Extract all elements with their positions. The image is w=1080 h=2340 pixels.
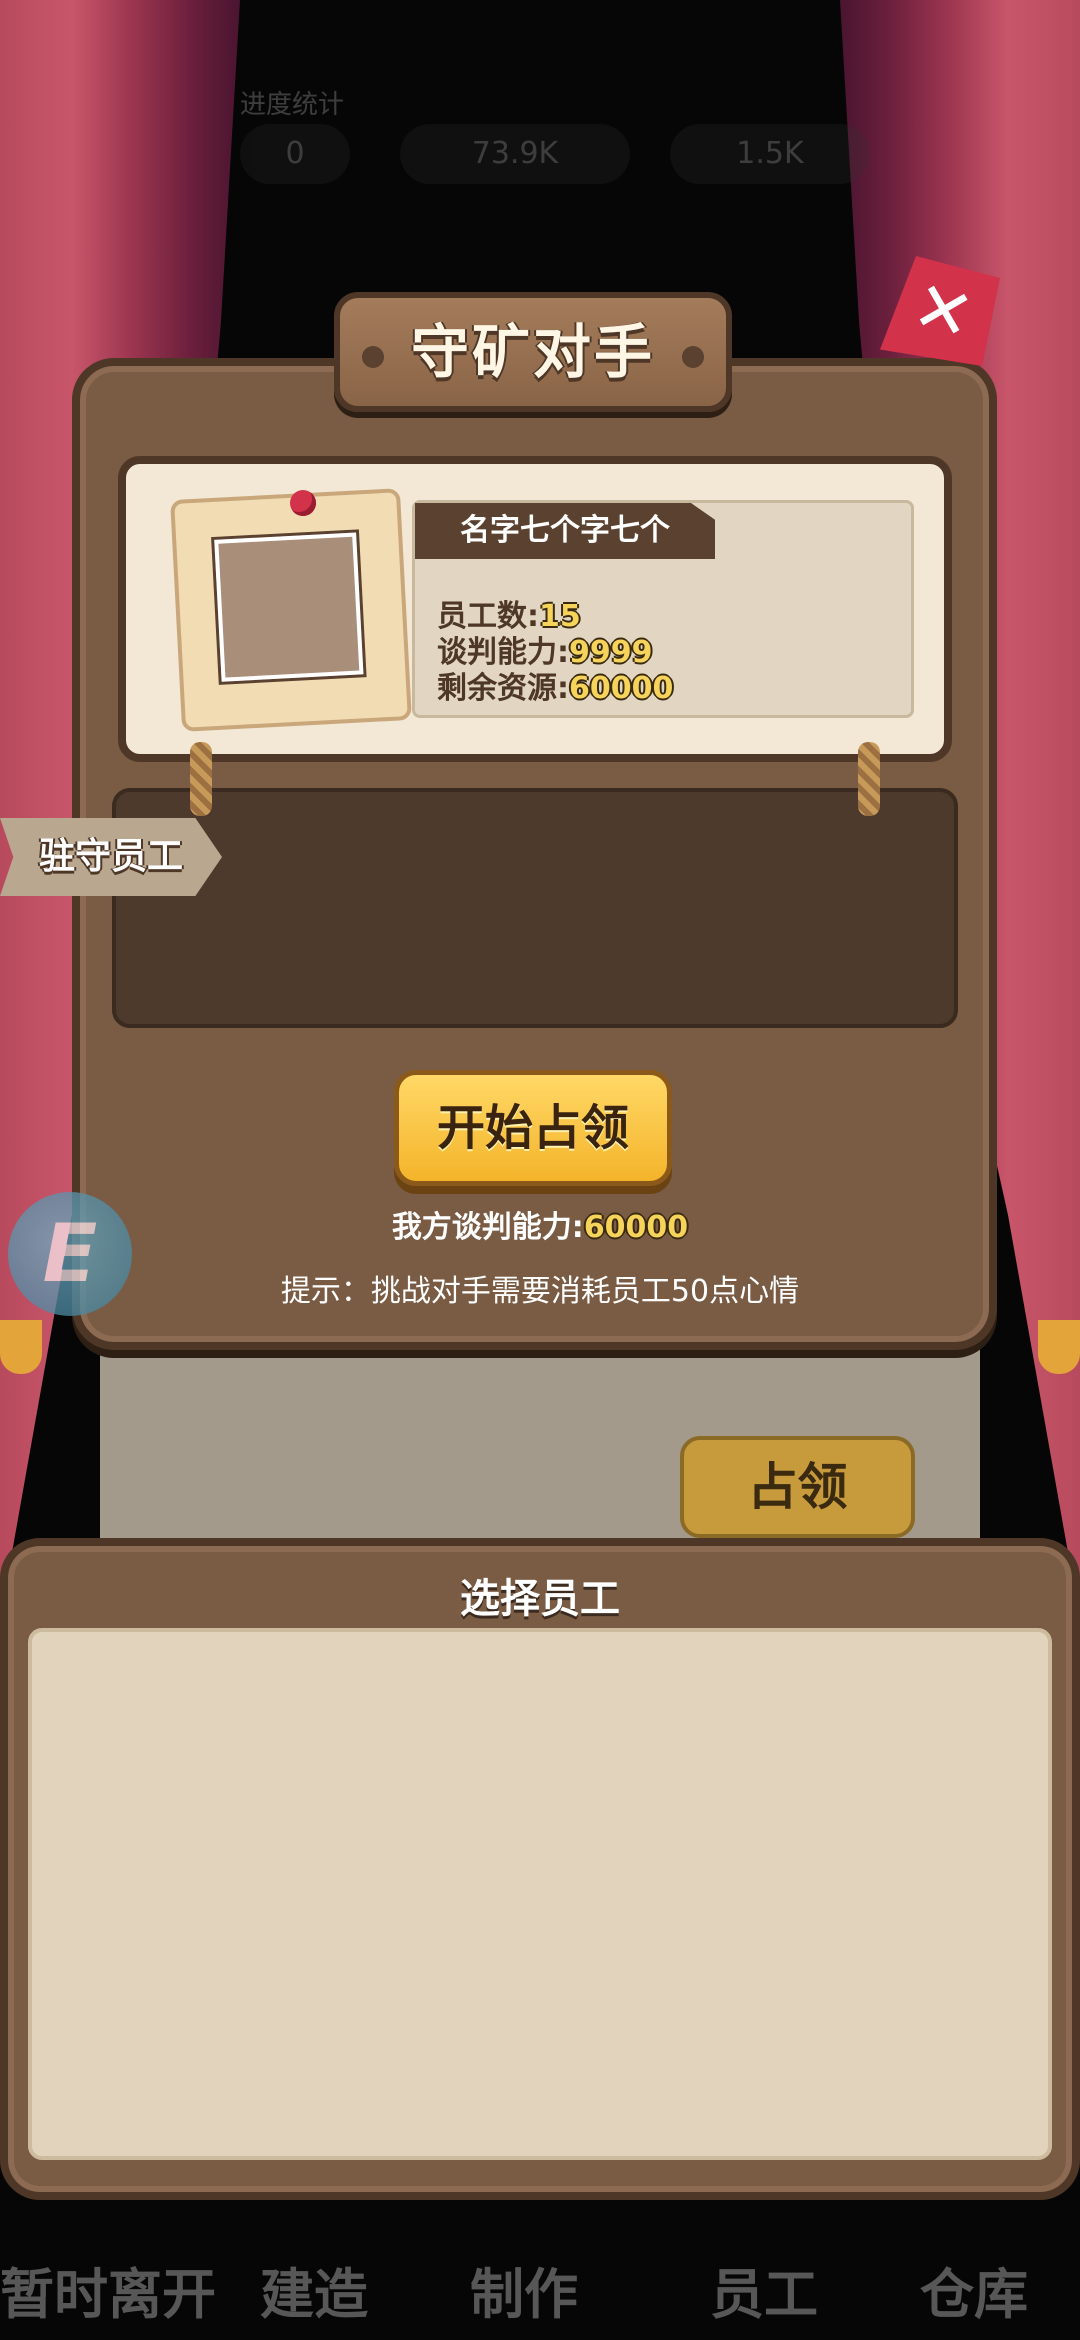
nav-item-craft: 制作 <box>470 2263 578 2326</box>
curtain-tassel-left <box>0 1320 42 1374</box>
game-screen: 进度统计 0 73.9K 1.5K 占领 守矿对手 ✕ 名字七个字七个 员工数:… <box>0 0 1080 2340</box>
opponent-portrait-frame <box>170 488 412 732</box>
nav-item-build: 建造 <box>260 2263 368 2326</box>
bottom-nav: 暂时离开 建造 制作 员工 仓库 <box>0 2250 1080 2340</box>
nav-item-staff: 员工 <box>710 2263 818 2326</box>
rope-icon <box>190 742 212 816</box>
popup-title: 守矿对手 <box>410 318 655 386</box>
opponent-stats-box: 名字七个字七个 员工数:15 谈判能力:9999 剩余资源:60000 <box>412 500 914 718</box>
garrison-staff-area <box>112 788 958 1028</box>
select-staff-title: 选择员工 <box>460 1576 620 1622</box>
background-hud: 进度统计 0 73.9K 1.5K <box>230 84 870 194</box>
stat-label: 剩余资源: <box>437 671 569 706</box>
nav-item-leave: 暂时离开 <box>0 2263 216 2326</box>
hud-value-1: 0 <box>240 124 350 184</box>
hint-text: 提示：挑战对手需要消耗员工50点心情 <box>280 1274 800 1309</box>
garrison-staff-label: 驻守员工 <box>38 836 183 877</box>
pushpin-icon <box>290 490 316 516</box>
hud-label: 进度统计 <box>240 90 345 120</box>
nav-item-warehouse: 仓库 <box>920 2263 1028 2326</box>
rope-icon <box>858 742 880 816</box>
hud-value-2: 73.9K <box>400 124 630 184</box>
background-claim-button: 占领 <box>680 1436 915 1538</box>
curtain-tassel-right <box>1038 1320 1080 1374</box>
start-occupy-button[interactable]: 开始占领 <box>394 1070 672 1186</box>
hud-value-3: 1.5K <box>670 124 870 184</box>
staff-list-area[interactable] <box>28 1628 1052 2160</box>
stat-value: 60000 <box>569 671 674 706</box>
opponent-info-panel: 名字七个字七个 员工数:15 谈判能力:9999 剩余资源:60000 <box>118 456 952 762</box>
close-icon: ✕ <box>904 263 983 359</box>
opponent-name: 名字七个字七个 <box>460 513 670 548</box>
e-badge-icon[interactable]: E <box>8 1192 132 1316</box>
our-power-label: 我方谈判能力: <box>391 1210 584 1245</box>
opponent-avatar <box>214 532 364 682</box>
stat-remaining-resources: 剩余资源:60000 <box>437 663 673 707</box>
popup-title-plate: 守矿对手 <box>334 292 732 412</box>
our-negotiation-power: 我方谈判能力:60000 <box>0 1202 1080 1246</box>
our-power-value: 60000 <box>583 1210 689 1245</box>
